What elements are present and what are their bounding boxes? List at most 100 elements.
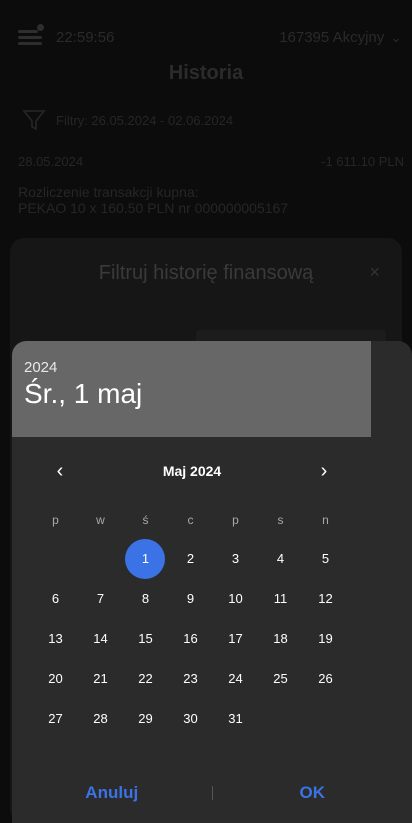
weekday-label: w xyxy=(96,513,105,527)
account-selector[interactable]: 167395 Akcyjny ⌄ xyxy=(279,29,402,46)
day-cell[interactable]: 16 xyxy=(168,621,213,657)
day-number: 25 xyxy=(273,671,288,686)
day-cell[interactable]: 3 xyxy=(213,541,258,577)
filters-label: Filtry: 26.05.2024 - 02.06.2024 xyxy=(56,112,234,128)
week-row: 6 7 8 9 10 11 12 xyxy=(33,579,348,619)
month-navigation: ‹ Maj 2024 › xyxy=(12,459,370,483)
weekday-row: p w ś c p s n xyxy=(33,507,348,533)
calendar-grid: p w ś c p s n 1 2 3 4 5 6 7 8 9 10 11 12 13 14 15 16 17 1… xyxy=(33,507,348,739)
day-number: 5 xyxy=(321,551,330,566)
menu-icon[interactable] xyxy=(18,24,44,46)
day-cell[interactable]: 6 xyxy=(33,581,78,617)
day-cell[interactable]: 22 xyxy=(123,661,168,697)
weeks-container: 1 2 3 4 5 6 7 8 9 10 11 12 13 14 15 16 17 18 19 20 21 22 23 24 2… xyxy=(33,539,348,739)
day-number: 18 xyxy=(273,631,288,646)
day-cell[interactable]: 18 xyxy=(258,621,303,657)
transaction-description: Rozliczenie transakcji kupna: PEKAO 10 x… xyxy=(18,184,398,216)
day-cell[interactable]: 9 xyxy=(168,581,213,617)
day-number: 30 xyxy=(183,711,198,726)
week-row: 13 14 15 16 17 18 19 xyxy=(33,619,348,659)
date-picker-header: 2024 Śr., 1 maj xyxy=(12,341,371,437)
week-row: 1 2 3 4 5 xyxy=(33,539,348,579)
day-cell[interactable]: 11 xyxy=(258,581,303,617)
day-cell[interactable]: 1 xyxy=(123,539,168,579)
empty-day-cell xyxy=(33,541,78,577)
day-cell[interactable]: 19 xyxy=(303,621,348,657)
prev-month-button[interactable]: ‹ xyxy=(48,459,72,483)
filter-dialog-title: Filtruj historię finansową xyxy=(98,262,314,284)
day-cell[interactable]: 29 xyxy=(123,701,168,737)
day-cell[interactable]: 4 xyxy=(258,541,303,577)
day-number: 13 xyxy=(48,631,63,646)
chevron-down-icon: ⌄ xyxy=(390,28,402,45)
next-month-button[interactable]: › xyxy=(312,459,336,483)
day-cell[interactable]: 12 xyxy=(303,581,348,617)
day-cell[interactable]: 14 xyxy=(78,621,123,657)
day-cell[interactable]: 8 xyxy=(123,581,168,617)
day-cell[interactable]: 26 xyxy=(303,661,348,697)
day-number: 11 xyxy=(273,591,288,606)
day-number: 29 xyxy=(138,711,153,726)
weekday-label: p xyxy=(232,513,239,527)
day-cell[interactable]: 7 xyxy=(78,581,123,617)
ok-button[interactable]: OK xyxy=(213,783,412,803)
transaction-date: 28.05.2024 xyxy=(18,154,84,169)
top-bar: 22:59:56 167395 Akcyjny ⌄ xyxy=(18,22,402,52)
day-number: 7 xyxy=(96,591,105,606)
weekday-label: s xyxy=(277,513,284,527)
day-number: 9 xyxy=(186,591,195,606)
weekday-label: c xyxy=(187,513,194,527)
day-cell[interactable]: 10 xyxy=(213,581,258,617)
year-label[interactable]: 2024 xyxy=(24,359,371,376)
day-number: 26 xyxy=(318,671,333,686)
transaction-desc-line2: PEKAO 10 x 160.50 PLN nr 000000005167 xyxy=(18,200,289,216)
page-title: Historia xyxy=(168,62,244,84)
day-number: 15 xyxy=(138,631,153,646)
day-number: 16 xyxy=(183,631,198,646)
cancel-button[interactable]: Anuluj xyxy=(12,783,212,803)
day-number: 20 xyxy=(48,671,63,686)
selected-date-title: Śr., 1 maj xyxy=(24,378,143,409)
week-row: 27 28 29 30 31 xyxy=(33,699,348,739)
filters-row[interactable]: Filtry: 26.05.2024 - 02.06.2024 xyxy=(22,108,233,132)
day-cell[interactable]: 15 xyxy=(123,621,168,657)
day-number: 3 xyxy=(231,551,240,566)
weekday-label: ś xyxy=(142,513,149,527)
day-cell[interactable]: 2 xyxy=(168,541,213,577)
day-cell[interactable]: 31 xyxy=(213,701,258,737)
day-number: 14 xyxy=(93,631,108,646)
day-number: 22 xyxy=(138,671,153,686)
close-icon[interactable]: × xyxy=(369,262,380,283)
month-label: Maj 2024 xyxy=(162,463,222,479)
weekday-label: n xyxy=(322,513,329,527)
transaction-amount: -1 611.10 PLN xyxy=(321,154,404,169)
day-cell[interactable]: 13 xyxy=(33,621,78,657)
day-number: 31 xyxy=(228,711,243,726)
day-number: 10 xyxy=(228,591,243,606)
day-number: 4 xyxy=(276,551,285,566)
dialog-actions: Anuluj OK xyxy=(12,771,412,815)
day-cell[interactable]: 23 xyxy=(168,661,213,697)
day-cell[interactable]: 27 xyxy=(33,701,78,737)
day-cell[interactable]: 20 xyxy=(33,661,78,697)
date-picker-dialog: 2024 Śr., 1 maj ‹ Maj 2024 › p w ś c p s… xyxy=(12,341,412,823)
day-number: 17 xyxy=(228,631,243,646)
day-cell[interactable]: 30 xyxy=(168,701,213,737)
day-number: 21 xyxy=(93,671,108,686)
day-cell[interactable]: 21 xyxy=(78,661,123,697)
day-cell[interactable]: 24 xyxy=(213,661,258,697)
day-cell[interactable]: 25 xyxy=(258,661,303,697)
day-number: 23 xyxy=(183,671,198,686)
day-number: 28 xyxy=(93,711,108,726)
day-cell[interactable]: 28 xyxy=(78,701,123,737)
day-number: 1 xyxy=(141,551,150,566)
empty-day-cell xyxy=(78,541,123,577)
day-number: 27 xyxy=(48,711,63,726)
clock-time: 22:59:56 xyxy=(56,28,115,46)
day-number: 24 xyxy=(228,671,243,686)
day-cell[interactable]: 5 xyxy=(303,541,348,577)
account-label: 167395 Akcyjny xyxy=(279,28,385,46)
day-number: 19 xyxy=(318,631,333,646)
day-cell[interactable]: 17 xyxy=(213,621,258,657)
empty-day-cell xyxy=(258,701,303,737)
